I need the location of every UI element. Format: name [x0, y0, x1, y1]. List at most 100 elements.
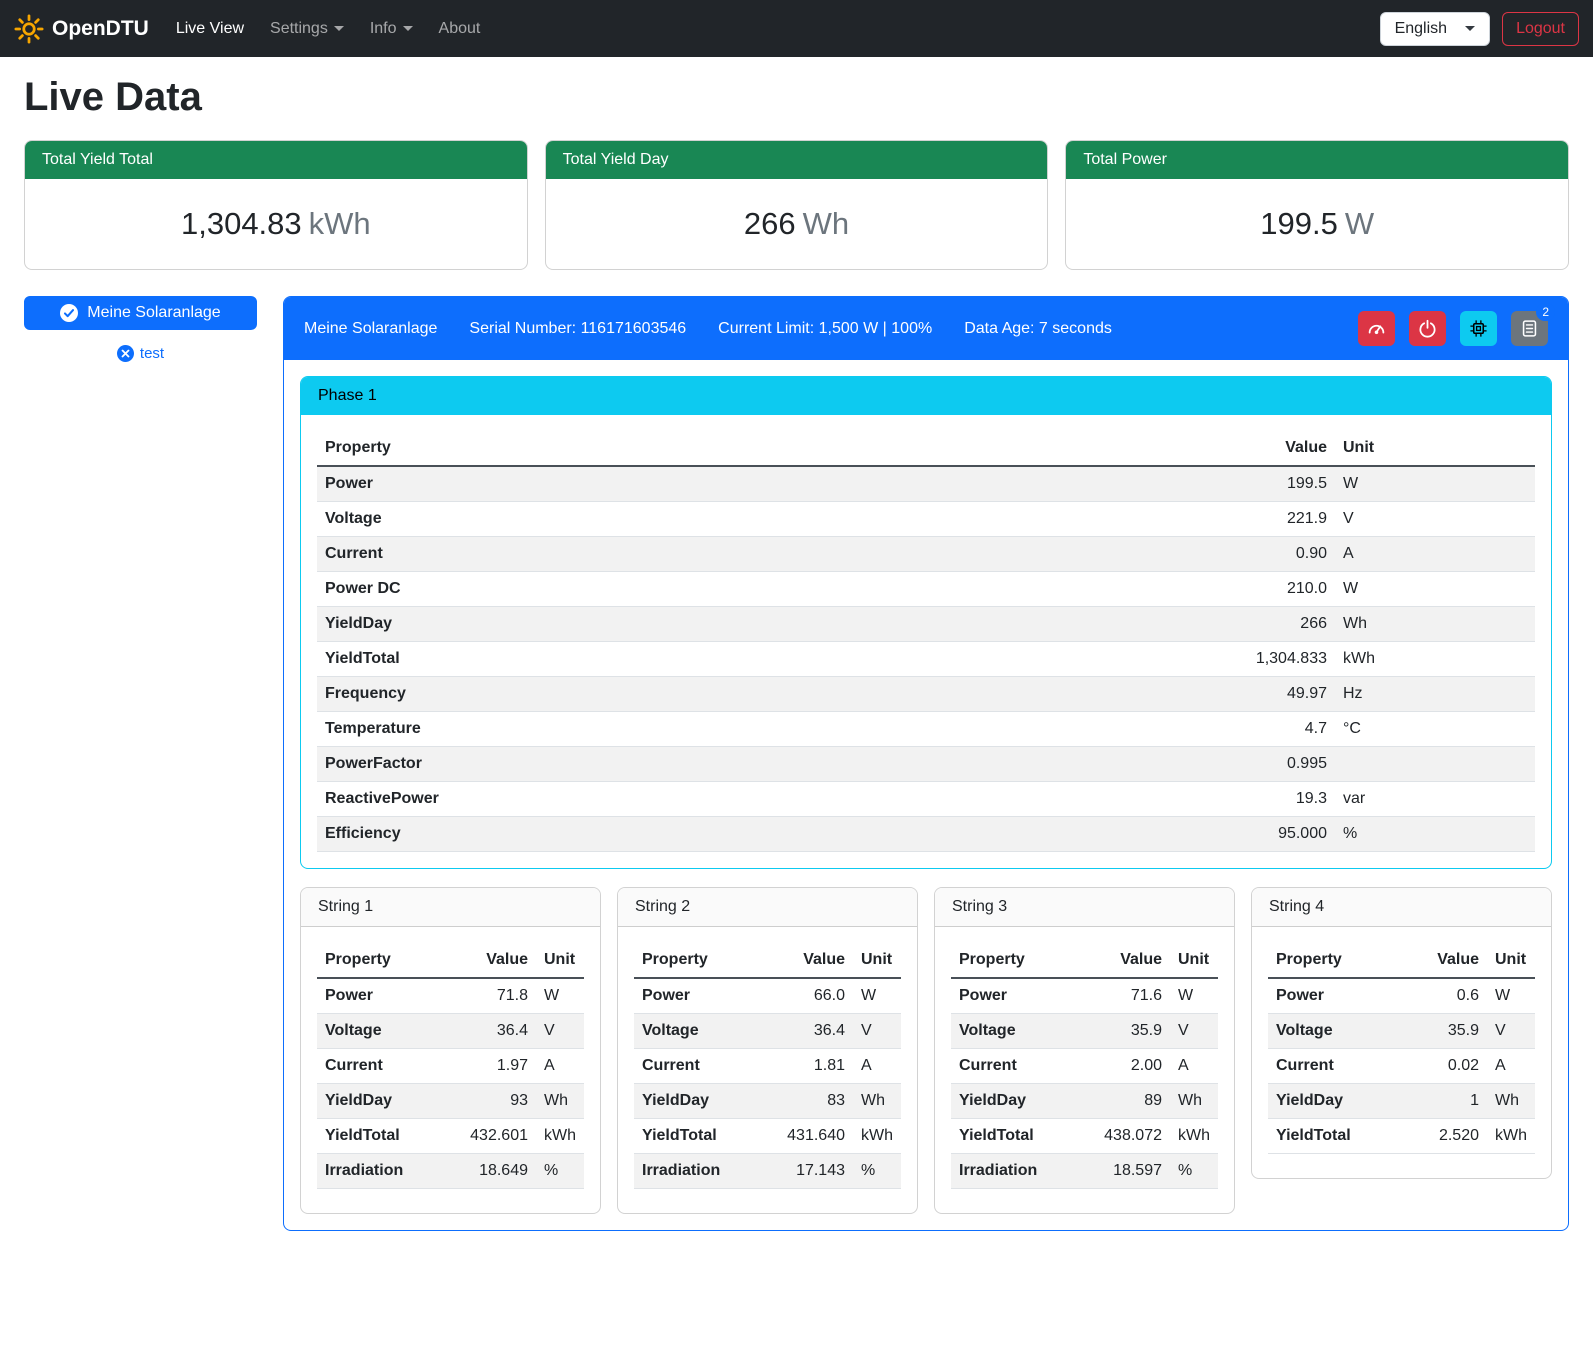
unit-cell: A: [1487, 1049, 1535, 1084]
journal-icon: [1520, 319, 1539, 338]
nav-info[interactable]: Info: [357, 12, 426, 46]
string-card-body: Property Value Unit Power0.6WVoltage35.9…: [1252, 927, 1551, 1178]
table-row: Power66.0W: [634, 978, 901, 1014]
table-header-row: Property Value Unit: [317, 943, 584, 978]
unit-cell: kWh: [1170, 1119, 1218, 1154]
nav-links: Live View Settings Info About: [163, 12, 494, 46]
unit-cell: °C: [1335, 712, 1535, 747]
inverter-select-button[interactable]: Meine Solaranlage: [24, 296, 257, 330]
table-row: Irradiation18.649%: [317, 1154, 584, 1189]
check-circle-icon: [60, 304, 78, 322]
table-row: YieldDay266Wh: [317, 607, 1535, 642]
power-button[interactable]: [1409, 311, 1446, 346]
table-row: YieldTotal431.640kWh: [634, 1119, 901, 1154]
value-number: 199.5: [1260, 206, 1338, 241]
string-3-table: Property Value Unit Power71.6WVoltage35.…: [951, 943, 1218, 1189]
column-header-property: Property: [634, 943, 775, 978]
unit-cell: A: [536, 1049, 584, 1084]
serial-number: Serial Number: 116171603546: [469, 320, 686, 338]
column-header-property: Property: [317, 431, 1215, 466]
property-cell: Power: [634, 978, 775, 1014]
card-value: 199.5W: [1066, 179, 1568, 269]
unit-cell: %: [1335, 817, 1535, 852]
table-row: Power71.6W: [951, 978, 1218, 1014]
column-header-value: Value: [1092, 943, 1170, 978]
property-cell: Power: [317, 466, 1215, 502]
card-title: Total Power: [1066, 141, 1568, 179]
strings-grid: String 1 Property Value Unit: [300, 887, 1552, 1214]
string-3-card: String 3 Property Value Unit: [934, 887, 1235, 1214]
property-cell: Voltage: [317, 1014, 458, 1049]
value-cell: 18.649: [458, 1154, 536, 1189]
property-cell: Current: [317, 1049, 458, 1084]
string-card-title: String 3: [935, 888, 1234, 927]
value-cell: 438.072: [1092, 1119, 1170, 1154]
value-cell: 18.597: [1092, 1154, 1170, 1189]
phase-card-body: Property Value Unit Power199.5WVoltage22…: [301, 415, 1551, 868]
property-cell: Power: [951, 978, 1092, 1014]
value-cell: 83: [775, 1084, 853, 1119]
property-cell: YieldDay: [634, 1084, 775, 1119]
unit-cell: kWh: [536, 1119, 584, 1154]
value-cell: 95.000: [1215, 817, 1335, 852]
unit-cell: W: [1170, 978, 1218, 1014]
eventlog-button[interactable]: 2: [1511, 311, 1548, 346]
phase-card-title: Phase 1: [301, 377, 1551, 415]
property-cell: Voltage: [951, 1014, 1092, 1049]
property-cell: YieldTotal: [1268, 1119, 1409, 1154]
column-header-unit: Unit: [853, 943, 901, 978]
limit-settings-button[interactable]: [1358, 311, 1395, 346]
unit-cell: Hz: [1335, 677, 1535, 712]
property-cell: YieldTotal: [317, 1119, 458, 1154]
table-row: YieldDay93Wh: [317, 1084, 584, 1119]
chevron-down-icon: [403, 26, 413, 31]
string-card-title: String 1: [301, 888, 600, 927]
value-cell: 432.601: [458, 1119, 536, 1154]
hidden-inverter-label: test: [140, 345, 164, 362]
language-value: English: [1395, 20, 1447, 38]
unit-cell: kWh: [1487, 1119, 1535, 1154]
unit-cell: V: [536, 1014, 584, 1049]
unit-cell: [1335, 747, 1535, 782]
column-header-unit: Unit: [536, 943, 584, 978]
nav-about[interactable]: About: [426, 12, 494, 46]
logout-button[interactable]: Logout: [1502, 12, 1579, 46]
content-row: Meine Solaranlage test Meine Solaranlage…: [24, 296, 1569, 1231]
property-cell: Voltage: [317, 502, 1215, 537]
table-row: Irradiation18.597%: [951, 1154, 1218, 1189]
value-cell: 89: [1092, 1084, 1170, 1119]
property-cell: Voltage: [1268, 1014, 1409, 1049]
property-cell: Frequency: [317, 677, 1215, 712]
unit-cell: A: [1335, 537, 1535, 572]
value-cell: 36.4: [775, 1014, 853, 1049]
table-row: PowerFactor0.995: [317, 747, 1535, 782]
card-title: Total Yield Total: [25, 141, 527, 179]
sun-logo-icon: [14, 14, 44, 44]
nav-live-view[interactable]: Live View: [163, 12, 257, 46]
nav-settings[interactable]: Settings: [257, 12, 357, 46]
brand[interactable]: OpenDTU: [14, 14, 149, 44]
unit-cell: V: [1487, 1014, 1535, 1049]
unit-cell: Wh: [853, 1084, 901, 1119]
value-cell: 36.4: [458, 1014, 536, 1049]
value-unit: kWh: [309, 206, 371, 241]
language-select[interactable]: English: [1380, 12, 1490, 46]
value-cell: 210.0: [1215, 572, 1335, 607]
unit-cell: W: [853, 978, 901, 1014]
unit-cell: V: [853, 1014, 901, 1049]
device-info-button[interactable]: [1460, 311, 1497, 346]
value-cell: 431.640: [775, 1119, 853, 1154]
hidden-inverter-toggle[interactable]: test: [24, 345, 257, 362]
cpu-icon: [1469, 319, 1488, 338]
table-row: Current1.97A: [317, 1049, 584, 1084]
phase-table: Property Value Unit Power199.5WVoltage22…: [317, 431, 1535, 852]
string-4-card: String 4 Property Value Unit: [1251, 887, 1552, 1179]
column-header-value: Value: [1409, 943, 1487, 978]
chevron-down-icon: [1465, 26, 1475, 31]
unit-cell: V: [1335, 502, 1535, 537]
value-cell: 0.995: [1215, 747, 1335, 782]
string-1-card: String 1 Property Value Unit: [300, 887, 601, 1214]
table-row: YieldTotal2.520kWh: [1268, 1119, 1535, 1154]
unit-cell: A: [1170, 1049, 1218, 1084]
table-row: Voltage35.9V: [951, 1014, 1218, 1049]
